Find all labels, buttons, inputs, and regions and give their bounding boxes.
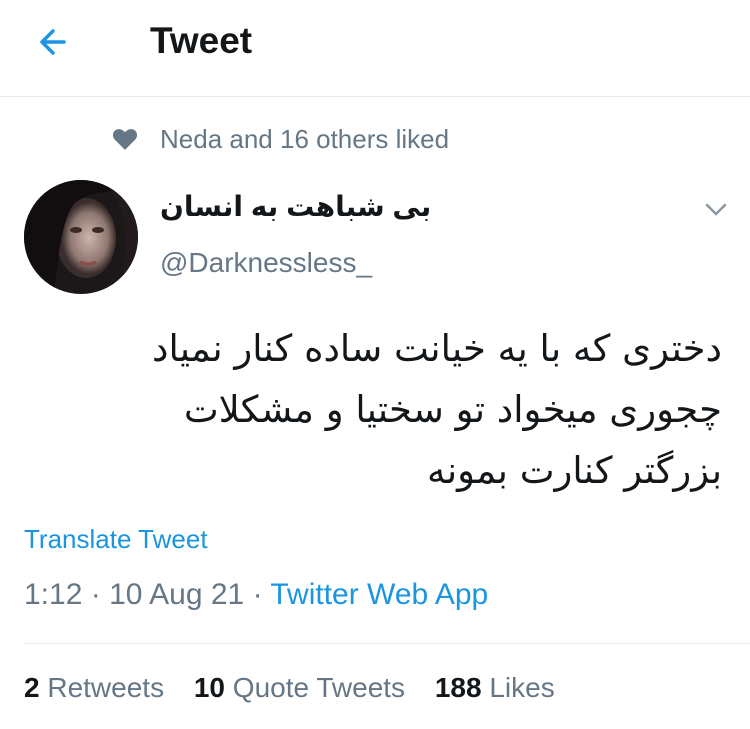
- tweet-time: 1:12: [24, 578, 83, 611]
- social-context: Neda and 16 others liked: [112, 122, 449, 156]
- tweet-date: 10 Aug 21: [109, 578, 245, 611]
- retweets-count: 2: [24, 672, 40, 703]
- user-handle[interactable]: @Darknessless_: [160, 247, 372, 279]
- page-title: Tweet: [150, 20, 253, 61]
- heart-icon: [112, 129, 138, 150]
- likes-stat[interactable]: 188 Likes: [435, 672, 555, 703]
- social-context-text: Neda and 16 others liked: [160, 123, 450, 154]
- translate-tweet-link[interactable]: Translate Tweet: [24, 524, 208, 555]
- quote-tweets-count: 10: [193, 672, 226, 703]
- retweets-label: Retweets: [47, 672, 165, 703]
- source-app-link[interactable]: Twitter Web App: [270, 578, 488, 611]
- tweet-text-line: بزرگتر کنارت بمونه: [427, 449, 722, 492]
- quote-tweets-label: Quote Tweets: [232, 672, 406, 703]
- engagement-stats: 2 Retweets 10 Quote Tweets 188 Likes: [24, 672, 577, 704]
- divider: [24, 643, 750, 644]
- avatar[interactable]: [24, 180, 138, 294]
- tweet-text-line: چجوری میخواد تو سختیا و مشکلات: [183, 388, 722, 431]
- chevron-down-icon[interactable]: [700, 196, 732, 222]
- meta-separator: ·: [252, 578, 263, 611]
- likes-count: 188: [434, 672, 482, 703]
- likes-label: Likes: [489, 672, 555, 703]
- tweet-text: دختری که با یه خیانت ساده کنار نمیاد چجو…: [22, 318, 722, 501]
- back-arrow-icon[interactable]: [34, 22, 82, 62]
- tweet-metadata: 1:12 · 10 Aug 21 · Twitter Web App: [24, 578, 488, 612]
- tweet-text-line: دختری که با یه خیانت ساده کنار نمیاد: [152, 327, 722, 370]
- quote-tweets-stat[interactable]: 10 Quote Tweets: [194, 672, 405, 703]
- display-name[interactable]: بی شباهت به انسان: [160, 190, 431, 223]
- top-bar: Tweet: [0, 0, 750, 97]
- retweets-stat[interactable]: 2 Retweets: [24, 672, 164, 703]
- meta-separator: ·: [90, 578, 101, 611]
